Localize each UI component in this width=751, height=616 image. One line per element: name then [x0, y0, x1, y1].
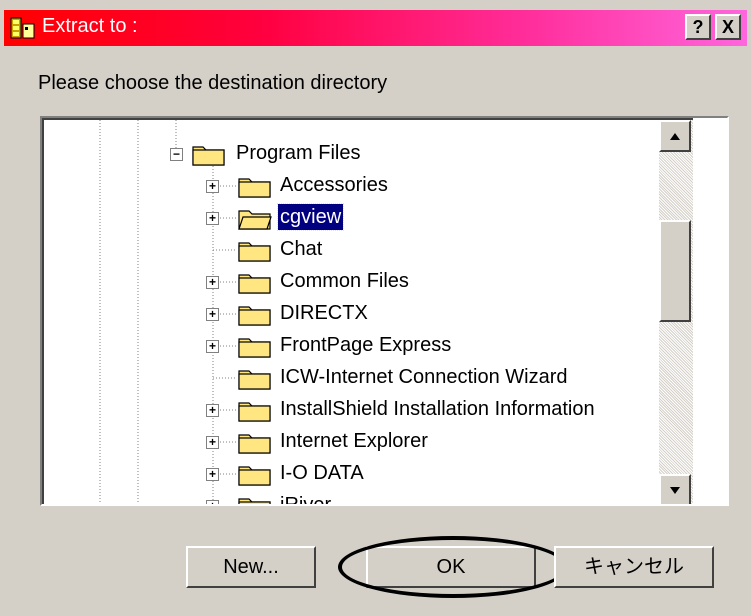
folder-icon — [238, 498, 271, 504]
expand-icon[interactable]: + — [206, 436, 219, 449]
expand-icon[interactable]: + — [206, 276, 219, 289]
folder-icon — [238, 338, 271, 358]
folder-icon — [238, 402, 271, 422]
tree-item-label: ICW-Internet Connection Wizard — [280, 366, 568, 388]
collapse-icon[interactable]: − — [170, 148, 183, 161]
folder-icon — [238, 178, 271, 198]
folder-icon — [238, 370, 271, 390]
extract-dialog: Extract to : ? X Please choose the desti… — [0, 0, 751, 616]
expand-icon[interactable]: + — [206, 500, 219, 504]
instruction-text: Please choose the destination directory — [38, 72, 388, 94]
expand-icon[interactable]: + — [206, 308, 219, 321]
tree-item-label: iRiver — [280, 494, 332, 506]
folder-icon — [238, 274, 271, 294]
tree-item-label: cgview — [276, 203, 345, 231]
archive-app-icon — [10, 17, 35, 39]
expand-icon[interactable]: + — [206, 468, 219, 481]
tree-root-label: Program Files — [236, 142, 361, 164]
scroll-down-button[interactable] — [659, 474, 691, 504]
new-folder-button[interactable]: New... — [186, 546, 316, 588]
directory-tree[interactable]: − Program Files + Accessories + cgview Chat +… — [40, 116, 729, 506]
expand-icon[interactable]: + — [206, 340, 219, 353]
cancel-button[interactable]: キャンセル — [554, 546, 714, 588]
ok-highlight-circle — [338, 536, 568, 598]
scroll-up-button[interactable] — [659, 120, 691, 152]
folder-icon — [238, 306, 271, 326]
expand-icon[interactable]: + — [206, 180, 219, 193]
tree-item-label: FrontPage Express — [280, 334, 452, 356]
help-button[interactable]: ? — [685, 14, 711, 40]
open-folder-icon — [238, 210, 272, 230]
expand-icon[interactable]: + — [206, 212, 219, 225]
scroll-thumb[interactable] — [659, 220, 691, 322]
tree-item-label: Internet Explorer — [280, 430, 428, 452]
window-title: Extract to : — [42, 15, 138, 37]
tree-item-label: Chat — [280, 238, 323, 260]
vertical-scrollbar[interactable] — [659, 120, 693, 504]
tree-item-label: I-O DATA — [280, 462, 364, 484]
expand-icon[interactable]: + — [206, 404, 219, 417]
title-bar[interactable]: Extract to : ? X — [4, 10, 747, 46]
tree-view-area[interactable]: − Program Files + Accessories + cgview Chat +… — [42, 118, 693, 504]
folder-icon — [238, 466, 271, 486]
tree-item-label: InstallShield Installation Information — [280, 398, 595, 420]
open-folder-icon — [192, 146, 225, 166]
folder-icon — [238, 242, 271, 262]
tree-item-label: Accessories — [280, 174, 388, 196]
tree-item-label: Common Files — [280, 270, 409, 292]
arrow-down-icon — [670, 487, 680, 494]
folder-icon — [238, 434, 271, 454]
arrow-up-icon — [670, 133, 680, 140]
close-button[interactable]: X — [715, 14, 741, 40]
tree-item-label: DIRECTX — [280, 302, 368, 324]
